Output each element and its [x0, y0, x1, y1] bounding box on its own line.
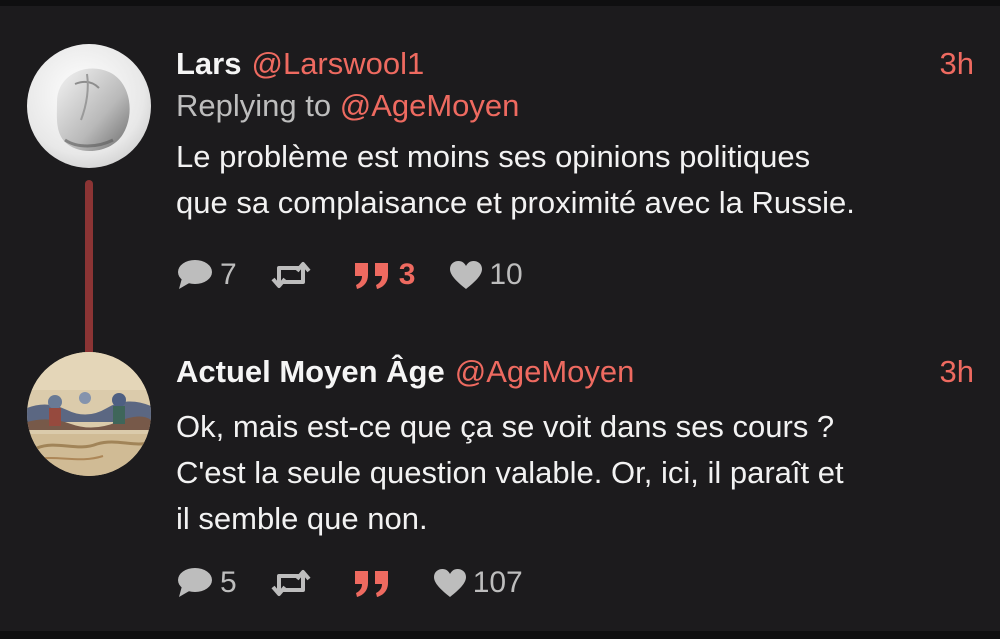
tweet-actions: 7 3 10: [176, 258, 557, 292]
like-count: 107: [472, 566, 523, 599]
display-name[interactable]: Actuel Moyen Âge: [176, 354, 445, 389]
thread-connector-line: [85, 180, 93, 380]
computer-mouse-avatar-icon: [27, 44, 151, 168]
tweet-text-line: Le problème est moins ses opinions polit…: [176, 139, 811, 174]
user-handle[interactable]: @Larswool1: [251, 46, 424, 81]
tweet-thread-screen: Lars @Larswool1 3h Replying to @AgeMoyen …: [0, 0, 1000, 639]
tweet-text-line: C'est la seule question valable. Or, ici…: [176, 455, 844, 490]
speech-bubble-icon: [178, 260, 212, 289]
quote-count: 3: [398, 258, 416, 291]
tweet-text-line: Ok, mais est-ce que ça se voit dans ses …: [176, 409, 835, 444]
user-handle[interactable]: @AgeMoyen: [455, 354, 635, 389]
timestamp[interactable]: 3h: [940, 44, 974, 84]
tweet-header: Actuel Moyen Âge @AgeMoyen 3h: [176, 352, 974, 392]
tweet-header: Lars @Larswool1 3h: [176, 44, 974, 84]
retweet-icon: [271, 570, 311, 596]
avatar-lars[interactable]: [27, 44, 151, 168]
tweet-text: Ok, mais est-ce que ça se voit dans ses …: [176, 404, 974, 542]
speech-bubble-icon: [178, 568, 212, 597]
replying-to-mention[interactable]: @AgeMoyen: [340, 88, 520, 123]
tweet-lars[interactable]: Lars @Larswool1 3h Replying to @AgeMoyen …: [0, 44, 1000, 380]
avatar-actuel-moyen-age[interactable]: [27, 352, 151, 476]
heart-icon: [450, 261, 483, 289]
reply-button[interactable]: 5: [176, 566, 237, 600]
timestamp[interactable]: 3h: [940, 352, 974, 392]
reply-count: 5: [220, 566, 237, 599]
replying-to-label: Replying to: [176, 88, 332, 123]
quote-icon: [354, 263, 388, 289]
heart-icon: [433, 569, 466, 597]
reply-count: 7: [220, 258, 237, 291]
tweet-actuel-moyen-age[interactable]: Actuel Moyen Âge @AgeMoyen 3h Ok, mais es…: [0, 352, 1000, 612]
quote-icon: [354, 571, 388, 597]
retweet-icon: [271, 262, 311, 288]
replying-to-line: Replying to @AgeMoyen: [176, 84, 974, 128]
tweet-text: Le problème est moins ses opinions polit…: [176, 134, 974, 226]
tweet-actions: 5 107: [176, 566, 557, 600]
like-button[interactable]: 10: [449, 258, 523, 292]
tweet-text-line: que sa complaisance et proximité avec la…: [176, 185, 855, 220]
tweet-content: Actuel Moyen Âge @AgeMoyen 3h Ok, mais es…: [176, 352, 974, 599]
reply-button[interactable]: 7: [176, 258, 237, 292]
medieval-illustration-avatar-icon: [27, 352, 151, 476]
display-name[interactable]: Lars: [176, 46, 241, 81]
like-count: 10: [489, 258, 523, 291]
retweet-button[interactable]: [271, 567, 317, 599]
like-button[interactable]: 107: [433, 566, 523, 600]
quote-button[interactable]: 3: [351, 258, 416, 292]
tweet-content: Lars @Larswool1 3h Replying to @AgeMoyen …: [176, 44, 974, 291]
tweet-text-line: il semble que non.: [176, 501, 428, 536]
quote-button[interactable]: [351, 567, 399, 599]
retweet-button[interactable]: [271, 259, 317, 291]
